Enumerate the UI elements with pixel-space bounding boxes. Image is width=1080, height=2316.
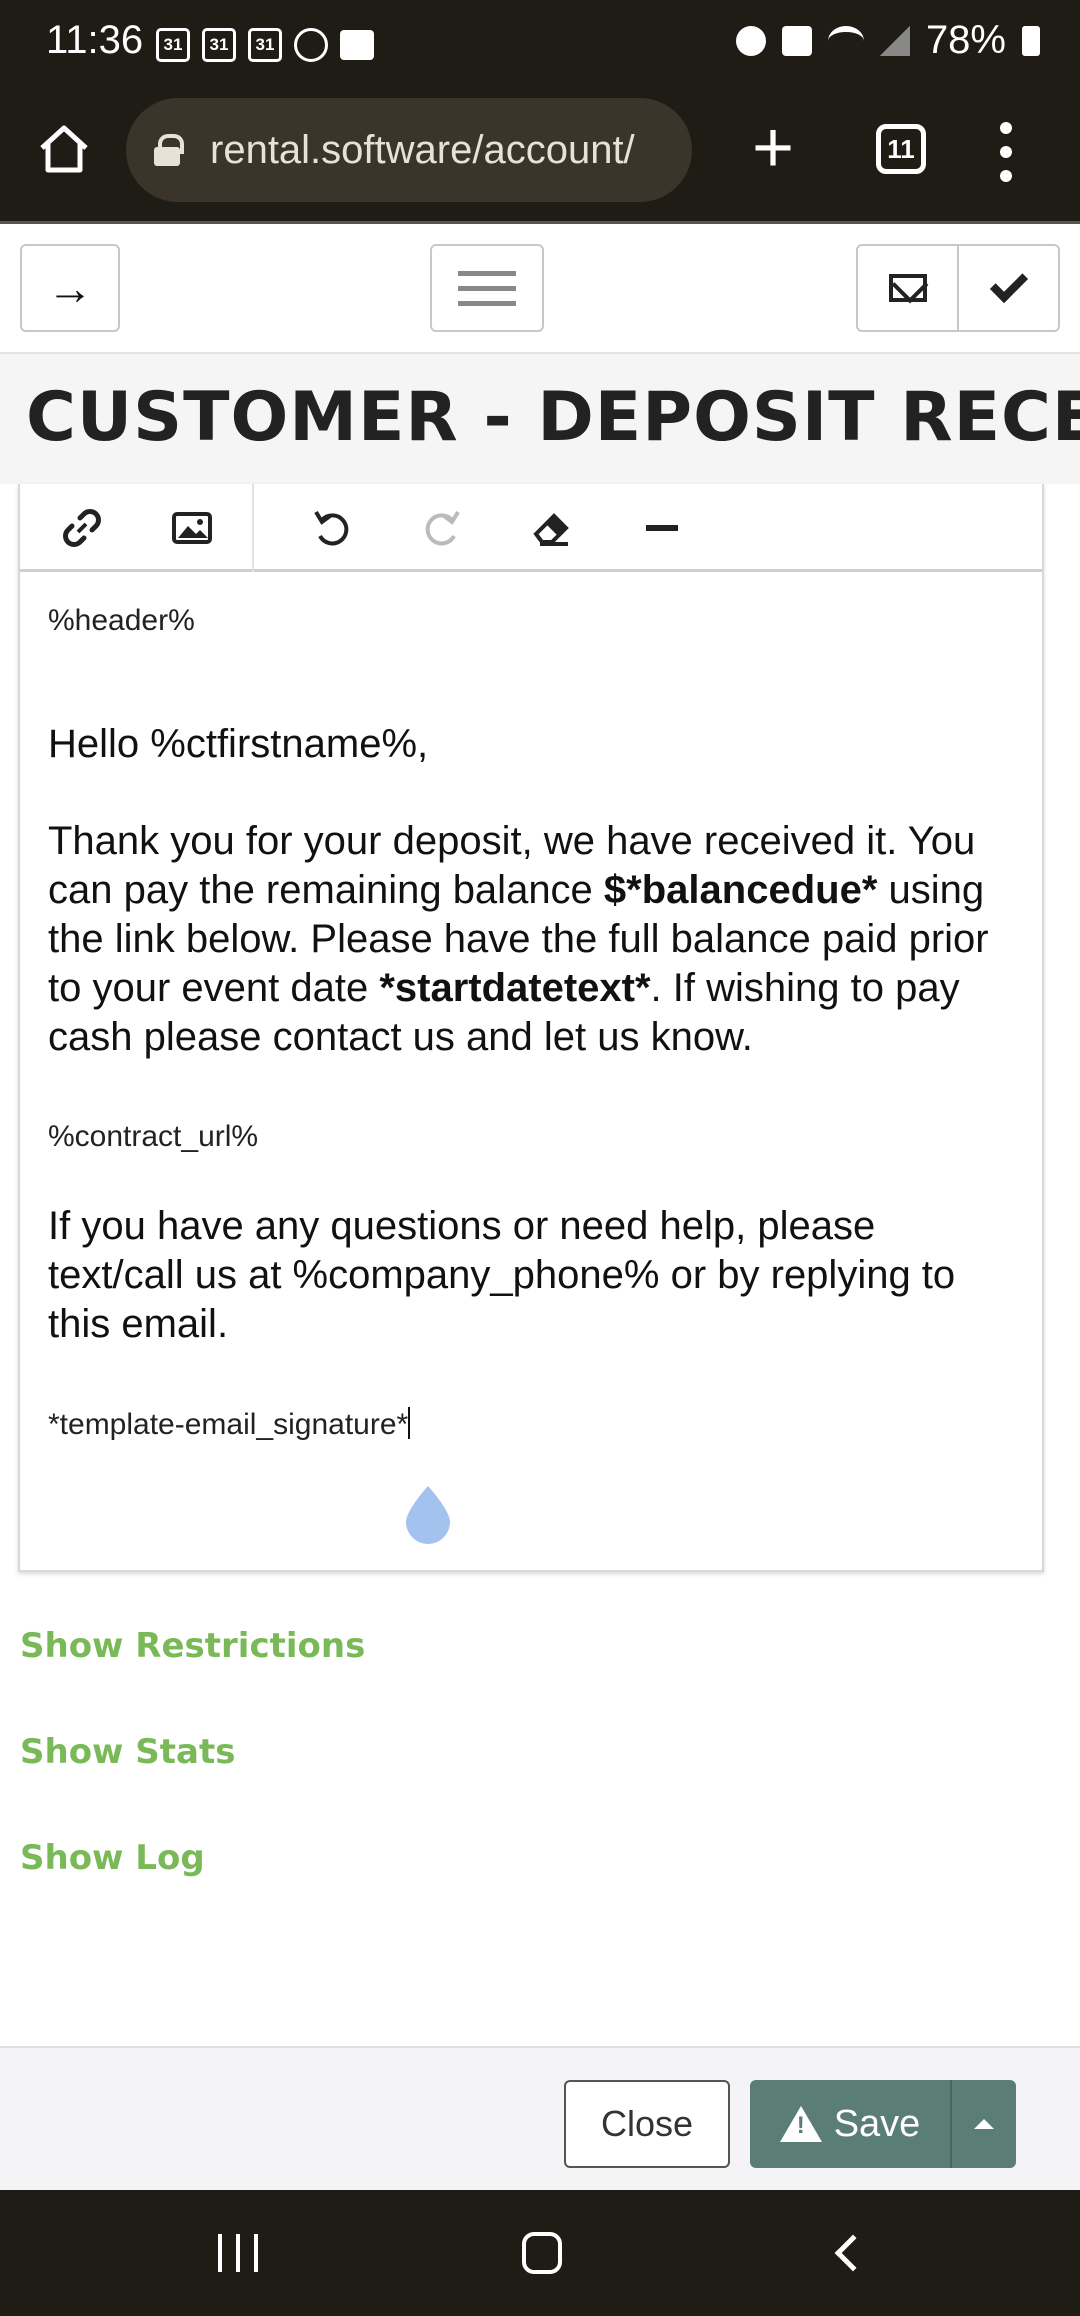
start-date-token: *startdatetext* — [379, 966, 651, 1010]
insert-image-button[interactable] — [164, 500, 220, 556]
lock-icon — [154, 134, 184, 166]
alarm-icon — [735, 25, 766, 56]
status-time: 11:36 — [46, 18, 144, 62]
image-icon — [340, 30, 374, 60]
toolbar-button-group — [856, 244, 1060, 332]
greeting-line: Hello %ctfirstname%, — [48, 722, 429, 766]
dot-icon — [1000, 122, 1012, 134]
selection-handle-icon[interactable] — [402, 1484, 454, 1546]
action-bar: Close Save — [0, 2046, 1080, 2190]
undo-button[interactable] — [304, 500, 360, 556]
show-restrictions-link[interactable]: Show Restrictions — [20, 1626, 365, 1666]
image-icon — [172, 512, 212, 544]
signature-token: *template-email_signature* — [48, 1408, 409, 1441]
url-bar[interactable]: rental.software/account/ — [126, 98, 692, 202]
signature-line: *template-email_signature* — [48, 1407, 1018, 1442]
dot-icon — [1000, 146, 1012, 158]
recent-apps-button[interactable] — [218, 2234, 258, 2272]
undo-icon — [314, 510, 349, 546]
hamburger-icon — [458, 270, 516, 276]
save-options-button[interactable] — [952, 2080, 1016, 2168]
wifi-icon — [827, 25, 864, 56]
body-paragraph-2: If you have any questions or need help, … — [48, 1204, 956, 1346]
text-cursor — [408, 1407, 411, 1439]
battery-percent: 78% — [925, 18, 1006, 62]
home-nav-button[interactable] — [522, 2232, 562, 2274]
home-icon — [40, 125, 88, 173]
rich-text-editor: %header% Hello %ctfirstname%, Thank you … — [18, 484, 1044, 1572]
browser-bar: rental.software/account/ + 11 — [0, 92, 1080, 224]
url-text: rental.software/account/ — [210, 127, 635, 172]
insert-link-button[interactable] — [54, 500, 110, 556]
minus-icon — [646, 525, 678, 531]
mute-icon — [781, 25, 812, 56]
confirm-button[interactable] — [959, 246, 1058, 330]
back-nav-button[interactable] — [834, 2234, 872, 2272]
show-stats-link[interactable]: Show Stats — [20, 1732, 235, 1772]
browser-home-button[interactable] — [36, 120, 92, 176]
signal-icon — [879, 25, 910, 56]
warning-icon — [779, 2106, 822, 2142]
email-button[interactable] — [858, 246, 959, 330]
caret-up-icon — [974, 2119, 994, 2129]
header-token: %header% — [48, 604, 195, 637]
forward-button[interactable]: → — [20, 244, 120, 332]
tab-switcher-button[interactable]: 11 — [876, 124, 926, 174]
page-title: CUSTOMER - DEPOSIT RECEIVED — [26, 378, 1080, 457]
arrow-right-icon: → — [47, 262, 93, 314]
notification-icons: 31 31 31 — [156, 28, 374, 62]
calendar-icon: 31 — [202, 28, 236, 62]
contract-url-token: %contract_url% — [48, 1120, 259, 1153]
editor-toolbar — [20, 484, 1042, 572]
status-bar: 11:36 31 31 31 78% — [0, 0, 1080, 92]
redo-icon — [425, 510, 460, 546]
new-tab-button[interactable]: + — [752, 112, 794, 184]
calendar-icon: 31 — [156, 28, 190, 62]
balance-token: $*balancedue* — [603, 868, 878, 912]
page-title-bar: CUSTOMER - DEPOSIT RECEIVED — [0, 354, 1080, 484]
calendar-icon: 31 — [248, 28, 282, 62]
horizontal-rule-button[interactable] — [634, 500, 690, 556]
app-toolbar: → — [0, 224, 1080, 354]
editor-content[interactable]: %header% Hello %ctfirstname%, Thank you … — [48, 572, 1018, 1442]
recents-icon — [218, 2234, 222, 2272]
dot-icon — [1000, 170, 1012, 182]
browser-menu-button[interactable] — [996, 122, 1016, 182]
close-button[interactable]: Close — [564, 2080, 730, 2168]
save-label: Save — [833, 2102, 921, 2145]
alarm-icon — [294, 28, 328, 62]
system-icons: 78% — [735, 18, 1040, 63]
check-icon — [989, 264, 1028, 304]
show-log-link[interactable]: Show Log — [20, 1838, 205, 1878]
redo-button[interactable] — [414, 500, 470, 556]
save-button-group: Save — [750, 2080, 1016, 2168]
link-icon — [63, 509, 101, 547]
envelope-icon — [888, 274, 927, 302]
battery-icon — [1022, 25, 1040, 56]
menu-toggle-button[interactable] — [430, 244, 544, 332]
system-nav-bar — [0, 2190, 1080, 2316]
save-button[interactable]: Save — [750, 2080, 952, 2168]
body-paragraph-1: Thank you for your deposit, we have rece… — [48, 819, 989, 1059]
eraser-icon — [533, 513, 569, 546]
toolbar-divider — [252, 484, 254, 572]
clear-formatting-button[interactable] — [524, 500, 580, 556]
